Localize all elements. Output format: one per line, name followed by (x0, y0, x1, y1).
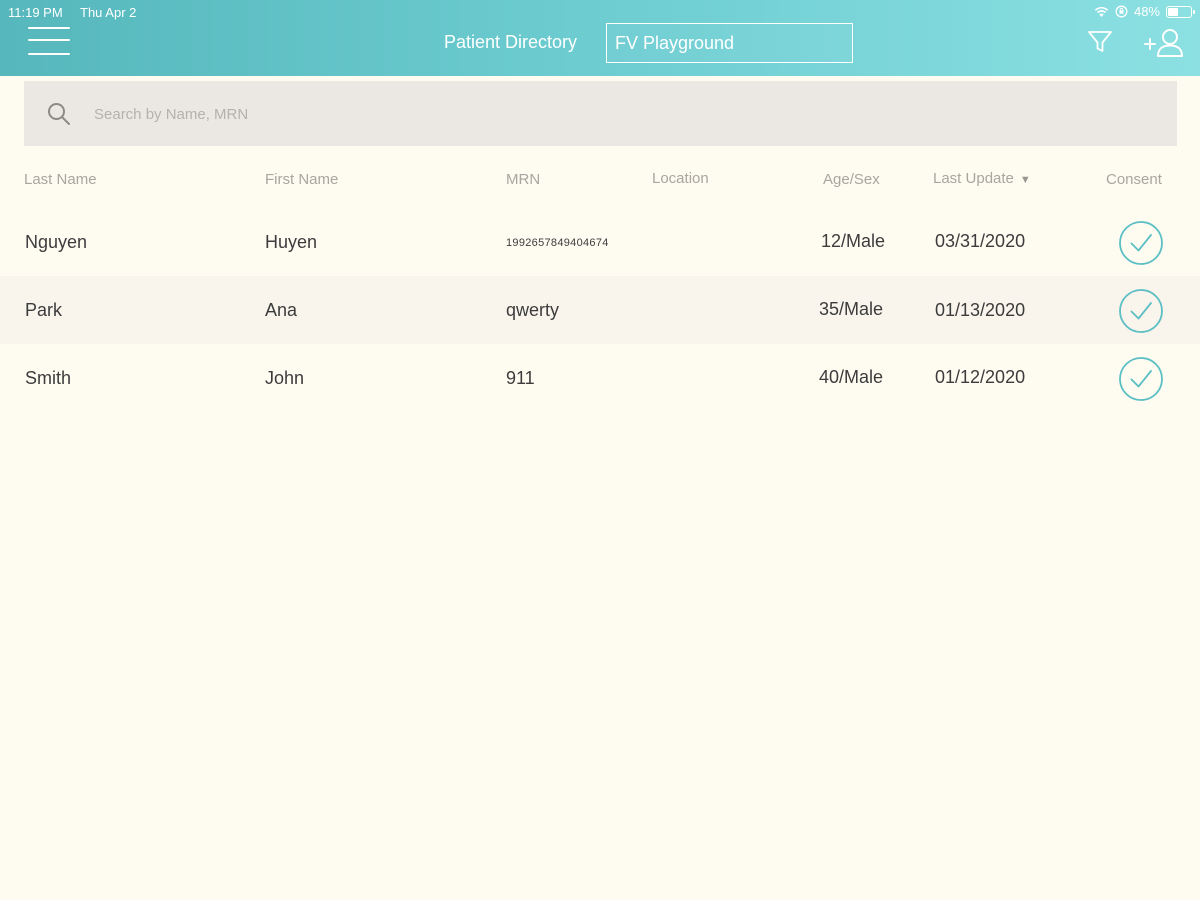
menu-button[interactable] (28, 24, 72, 58)
column-header-last-name[interactable]: Last Name (24, 171, 97, 188)
search-input[interactable] (94, 97, 994, 131)
column-header-mrn[interactable]: MRN (506, 171, 540, 188)
add-patient-icon[interactable] (1143, 27, 1187, 59)
cell-last-name: Nguyen (25, 232, 88, 252)
wifi-icon (1094, 6, 1109, 17)
cell-age-sex: 12/Male (821, 231, 886, 251)
cell-mrn: 911 (506, 368, 535, 388)
cell-last-name: Smith (25, 368, 72, 388)
consent-check-icon (1119, 221, 1163, 265)
page-title: Patient Directory (444, 32, 578, 52)
menu-icon-line (28, 27, 70, 29)
status-bar: 11:19 PM Thu Apr 2 48% (0, 0, 1200, 24)
battery-icon (1166, 5, 1195, 18)
cell-last-update: 01/12/2020 (935, 367, 1026, 387)
column-header-age-sex[interactable]: Age/Sex (823, 171, 880, 188)
menu-icon-line (28, 53, 70, 55)
cell-last-name: Park (25, 300, 63, 320)
cell-age-sex: 40/Male (819, 367, 884, 387)
status-indicators: 48% (1094, 4, 1195, 19)
status-time: 11:19 PM (8, 5, 63, 20)
table-row[interactable]: Smith John 911 40/Male 01/12/2020 (0, 344, 1200, 412)
status-date: Thu Apr 2 (80, 5, 137, 20)
cell-last-update: 01/13/2020 (935, 300, 1026, 320)
consent-check-icon (1119, 357, 1163, 401)
cell-last-update: 03/31/2020 (935, 231, 1026, 251)
sort-descending-icon: ▼ (1019, 174, 1031, 186)
column-header-first-name[interactable]: First Name (265, 171, 338, 188)
facility-selector[interactable]: FV Playground (606, 23, 853, 63)
cell-first-name: Ana (265, 300, 298, 320)
search-bar (24, 81, 1177, 146)
lock-rotation-icon (1115, 5, 1128, 18)
cell-age-sex: 35/Male (819, 299, 884, 319)
cell-first-name: John (265, 368, 305, 388)
filter-icon[interactable] (1086, 28, 1114, 56)
cell-mrn: 1992657849404674 (506, 237, 609, 249)
search-icon (48, 103, 70, 125)
table-row[interactable]: Nguyen Huyen 1992657849404674 12/Male 03… (0, 208, 1200, 276)
menu-icon-line (28, 39, 70, 41)
table-row[interactable]: Park Ana qwerty 35/Male 01/13/2020 (0, 276, 1200, 344)
column-header-last-update-label: Last Update (933, 170, 1014, 187)
battery-percent: 48% (1133, 4, 1160, 19)
cell-mrn: qwerty (506, 300, 560, 320)
cell-first-name: Huyen (265, 232, 318, 252)
consent-check-icon (1119, 289, 1163, 333)
column-header-location[interactable]: Location (652, 170, 709, 187)
column-header-last-update[interactable]: Last Update ▼ (933, 170, 1031, 187)
column-header-consent[interactable]: Consent (1106, 171, 1162, 188)
app-header: 11:19 PM Thu Apr 2 48% Patient Directory… (0, 0, 1200, 76)
